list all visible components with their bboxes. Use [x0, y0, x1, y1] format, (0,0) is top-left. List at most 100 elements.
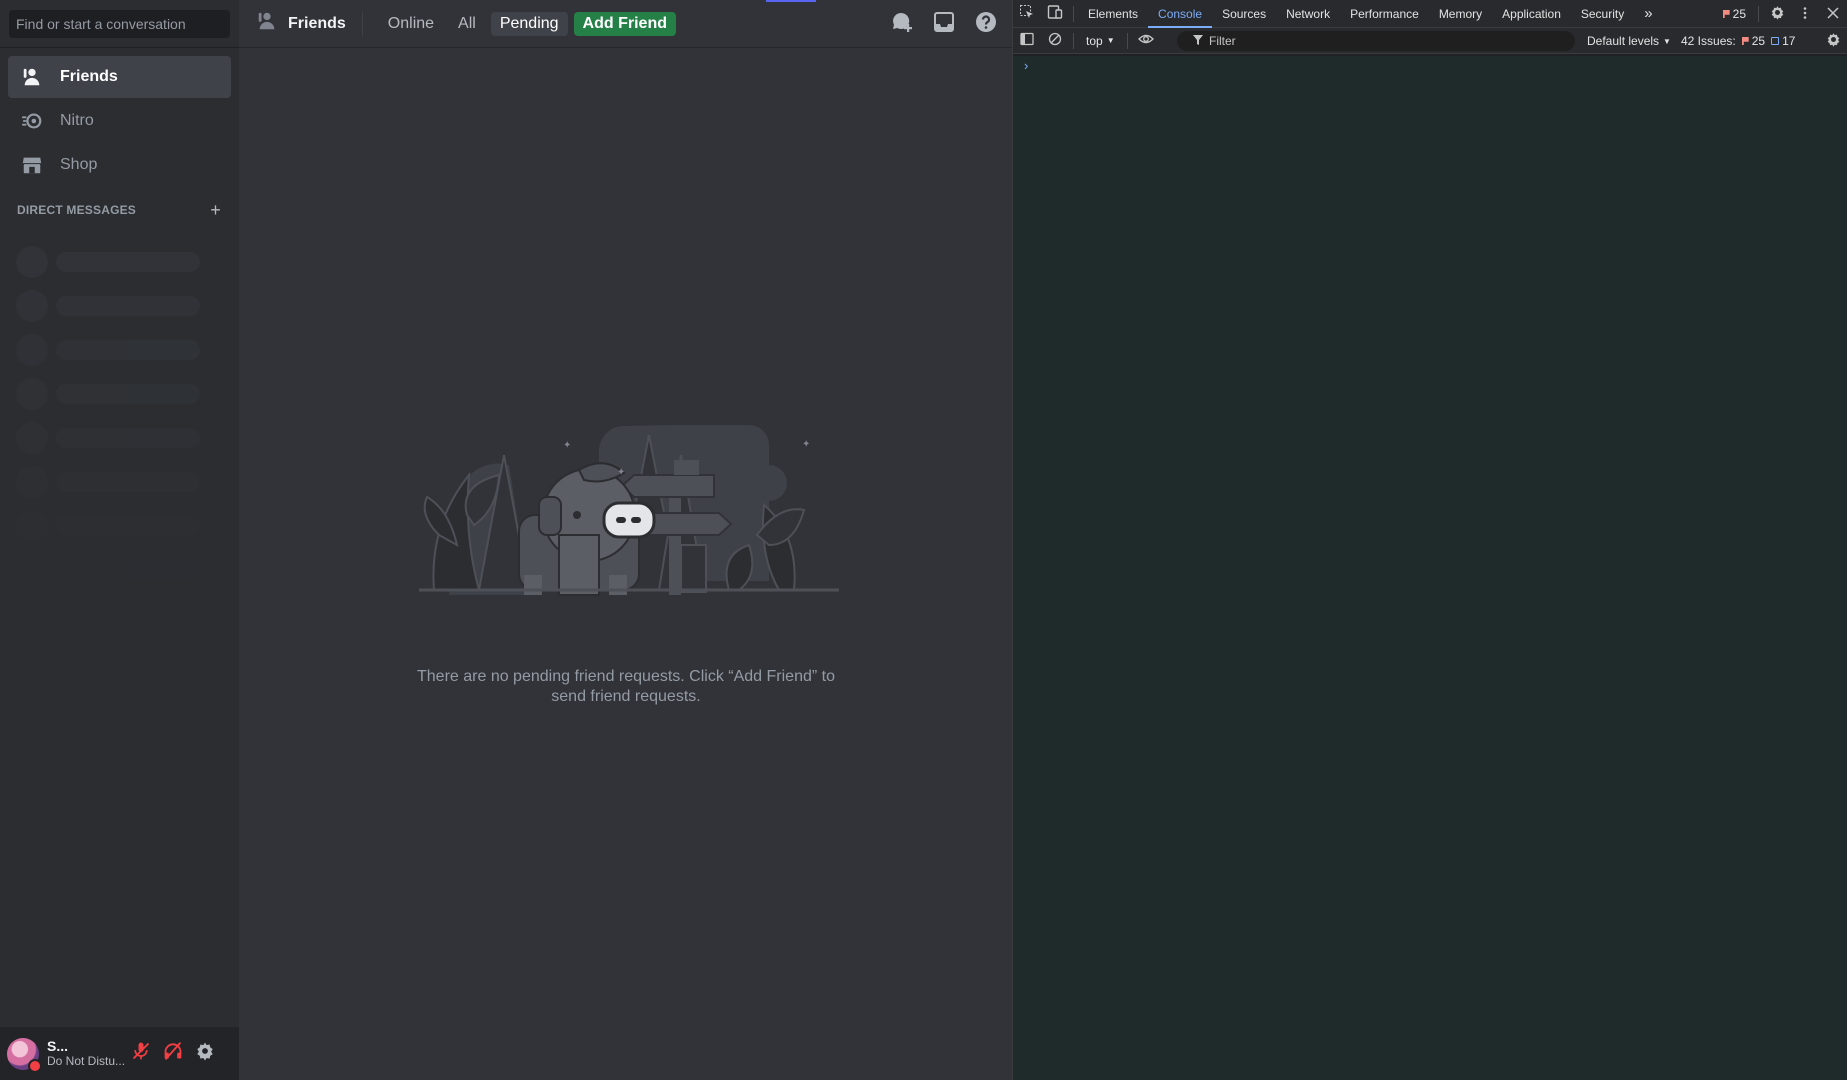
user-status: Do Not Distu... — [47, 1054, 126, 1068]
sidebar-item-friends[interactable]: Friends — [8, 56, 231, 98]
close-icon — [1827, 6, 1839, 22]
empty-state-message: There are no pending friend requests. Cl… — [417, 668, 835, 705]
devtools-actions: 25 — [1715, 0, 1847, 28]
sidebar-nav: Friends Nitro Shop — [0, 48, 239, 186]
create-dm-button[interactable]: + — [210, 201, 221, 219]
live-expression-button[interactable] — [1132, 28, 1160, 54]
svg-text:✦: ✦ — [802, 439, 810, 450]
direct-messages-header: DIRECT MESSAGES + — [0, 198, 239, 222]
dm-list-loading — [0, 222, 239, 592]
deafen-button[interactable] — [157, 1038, 189, 1070]
username: S... — [47, 1038, 69, 1054]
issues-counter[interactable]: 42 Issues: 25 17 — [1681, 28, 1801, 54]
issues-error-count: 25 — [1751, 34, 1766, 48]
devtools-settings-button[interactable] — [1763, 0, 1791, 28]
tab-application[interactable]: Application — [1492, 0, 1571, 28]
placeholder-line — [56, 472, 200, 492]
console-settings-button[interactable] — [1819, 28, 1847, 54]
placeholder-avatar — [16, 422, 48, 454]
gear-icon — [195, 1041, 215, 1066]
sidebar-item-label: Shop — [60, 156, 98, 173]
placeholder-avatar — [16, 378, 48, 410]
dm-placeholder — [16, 416, 239, 460]
filter-funnel-icon — [1193, 34, 1203, 48]
customize-devtools-button[interactable] — [1791, 0, 1819, 28]
gear-icon — [1826, 32, 1841, 50]
discord-app: Find or start a conversation Friends Nit… — [0, 0, 1012, 1080]
device-mode-icon — [1047, 4, 1063, 23]
placeholder-avatar — [16, 290, 48, 322]
nitro-icon — [20, 109, 44, 133]
sidebar-item-label: Nitro — [60, 112, 94, 129]
clear-console-button[interactable] — [1041, 28, 1069, 54]
placeholder-line — [56, 252, 200, 272]
placeholder-line — [56, 296, 200, 316]
inspect-element-button[interactable] — [1013, 0, 1041, 28]
placeholder-line — [56, 516, 200, 536]
issues-error-icon — [1741, 37, 1749, 45]
issues-info-count: 17 — [1782, 34, 1796, 48]
avatar[interactable] — [7, 1037, 42, 1073]
inspect-icon — [1019, 4, 1035, 23]
placeholder-avatar — [16, 334, 48, 366]
error-count-badge[interactable]: 25 — [1715, 7, 1754, 21]
shop-icon — [20, 153, 44, 177]
placeholder-line — [56, 560, 200, 580]
show-sidebar-button[interactable] — [1013, 28, 1041, 54]
search-input[interactable]: Find or start a conversation — [9, 10, 230, 38]
issues-info-icon — [1771, 37, 1780, 45]
toolbar-divider — [1126, 32, 1128, 49]
tab-divider — [1073, 5, 1074, 22]
dm-placeholder — [16, 504, 239, 548]
dm-sidebar: Find or start a conversation Friends Nit… — [0, 0, 239, 1080]
tab-elements[interactable]: Elements — [1078, 0, 1148, 28]
dropdown-caret-icon: ▼ — [1663, 36, 1671, 46]
console-prompt[interactable]: › — [1024, 58, 1028, 73]
javascript-context-select[interactable]: top ▼ — [1078, 31, 1123, 51]
placeholder-avatar — [16, 510, 48, 542]
sidebar-item-nitro[interactable]: Nitro — [8, 100, 231, 142]
console-toolbar: top ▼ Filter Default levels ▼ 42 Issues:… — [1013, 28, 1847, 54]
mic-muted-icon — [131, 1041, 151, 1066]
more-tabs-button[interactable]: » — [1634, 0, 1662, 28]
placeholder-line — [56, 384, 200, 404]
error-flag-icon — [1722, 10, 1730, 18]
user-settings-button[interactable] — [189, 1038, 221, 1070]
device-toolbar-button[interactable] — [1041, 0, 1069, 28]
dm-placeholder — [16, 284, 239, 328]
devtools-panel: Elements Console Sources Network Perform… — [1012, 0, 1847, 1080]
tab-network[interactable]: Network — [1276, 0, 1340, 28]
filter-placeholder: Filter — [1209, 34, 1236, 48]
tab-console[interactable]: Console — [1148, 0, 1213, 28]
kebab-menu-icon — [1798, 6, 1812, 23]
toolbar-divider — [1073, 32, 1074, 49]
dm-placeholder — [16, 548, 239, 592]
svg-text:✦: ✦ — [563, 440, 571, 451]
empty-state: ✦ ✦ ✦ There are no pending friend reques… — [239, 0, 1012, 1080]
sidebar-toggle-icon — [1020, 32, 1034, 49]
tab-memory[interactable]: Memory — [1429, 0, 1492, 28]
tab-security[interactable]: Security — [1571, 0, 1634, 28]
log-levels-select[interactable]: Default levels ▼ — [1587, 28, 1671, 54]
dm-placeholder — [16, 240, 239, 284]
sidebar-item-label: Friends — [60, 68, 118, 85]
tab-performance[interactable]: Performance — [1340, 0, 1429, 28]
user-panel: S... Do Not Distu... — [0, 1027, 239, 1080]
close-devtools-button[interactable] — [1819, 0, 1847, 28]
issues-label: 42 Issues: — [1681, 34, 1736, 48]
dm-placeholder — [16, 328, 239, 372]
console-output[interactable]: › — [1013, 56, 1847, 1080]
sidebar-item-shop[interactable]: Shop — [8, 144, 231, 186]
console-filter-input[interactable]: Filter — [1177, 31, 1575, 51]
headphones-deafened-icon — [163, 1041, 183, 1066]
placeholder-line — [56, 428, 200, 448]
tab-sources[interactable]: Sources — [1212, 0, 1276, 28]
clear-icon — [1048, 32, 1062, 49]
dm-placeholder — [16, 460, 239, 504]
log-levels-label: Default levels — [1587, 34, 1660, 48]
direct-messages-label: DIRECT MESSAGES — [17, 203, 137, 217]
user-info[interactable]: S... Do Not Distu... — [47, 1038, 125, 1069]
dnd-status-icon — [28, 1058, 42, 1073]
mute-button[interactable] — [125, 1038, 157, 1070]
friends-main: Friends Online All Pending Add Friend ✦ … — [239, 0, 1012, 1080]
